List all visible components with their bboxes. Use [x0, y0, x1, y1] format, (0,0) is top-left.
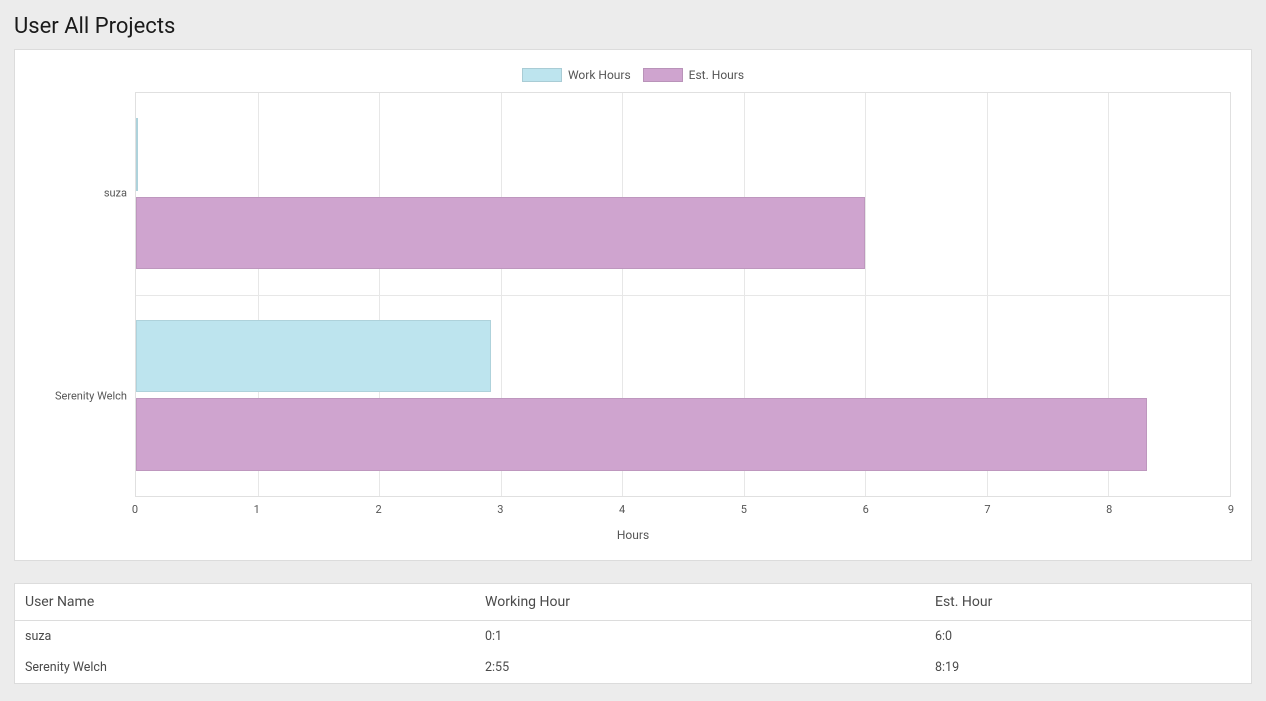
- legend-swatch-work: [522, 68, 562, 82]
- table-header-working: Working Hour: [485, 594, 935, 610]
- cell-working: 0:1: [485, 629, 935, 644]
- data-table: User Name Working Hour Est. Hour suza0:1…: [14, 583, 1252, 684]
- x-tick-label: 1: [254, 503, 260, 516]
- x-tick-label: 3: [497, 503, 503, 516]
- grid-line-h: [136, 295, 1230, 296]
- y-tick-label: suza: [104, 187, 127, 200]
- table-row: Serenity Welch2:558:19: [15, 652, 1251, 683]
- x-tick-label: 6: [863, 503, 869, 516]
- bar-work[interactable]: [136, 118, 138, 191]
- table-header-est: Est. Hour: [935, 594, 1241, 610]
- chart-panel: Work Hours Est. Hours suza Serenity Welch…: [14, 49, 1252, 561]
- page-title: User All Projects: [14, 14, 1252, 39]
- table-row: suza0:16:0: [15, 621, 1251, 652]
- cell-user: suza: [25, 629, 485, 644]
- table-header-user: User Name: [25, 594, 485, 610]
- cell-working: 2:55: [485, 660, 935, 675]
- chart-x-axis-title: Hours: [35, 528, 1231, 542]
- chart-legend: Work Hours Est. Hours: [35, 68, 1231, 82]
- x-tick-label: 9: [1228, 503, 1234, 516]
- chart-x-axis: 0 1 2 3 4 5 6 7 8 9: [135, 497, 1231, 522]
- chart-y-axis: suza Serenity Welch: [35, 92, 135, 497]
- bar-est[interactable]: [136, 398, 1147, 471]
- x-tick-label: 0: [132, 503, 138, 516]
- legend-item-work[interactable]: Work Hours: [522, 68, 631, 82]
- bar-est[interactable]: [136, 197, 865, 270]
- cell-est: 8:19: [935, 660, 1241, 675]
- x-tick-label: 5: [741, 503, 747, 516]
- legend-label-est: Est. Hours: [689, 68, 744, 82]
- y-tick-label: Serenity Welch: [55, 389, 127, 402]
- bar-work[interactable]: [136, 320, 491, 393]
- table-header-row: User Name Working Hour Est. Hour: [15, 584, 1251, 621]
- chart-plot-area: suza Serenity Welch: [35, 92, 1231, 497]
- cell-user: Serenity Welch: [25, 660, 485, 675]
- legend-item-est[interactable]: Est. Hours: [643, 68, 744, 82]
- x-tick-label: 8: [1106, 503, 1112, 516]
- legend-swatch-est: [643, 68, 683, 82]
- legend-label-work: Work Hours: [568, 68, 631, 82]
- x-tick-label: 7: [984, 503, 990, 516]
- cell-est: 6:0: [935, 629, 1241, 644]
- x-tick-label: 4: [619, 503, 625, 516]
- x-tick-label: 2: [375, 503, 381, 516]
- chart-plot: [135, 92, 1231, 497]
